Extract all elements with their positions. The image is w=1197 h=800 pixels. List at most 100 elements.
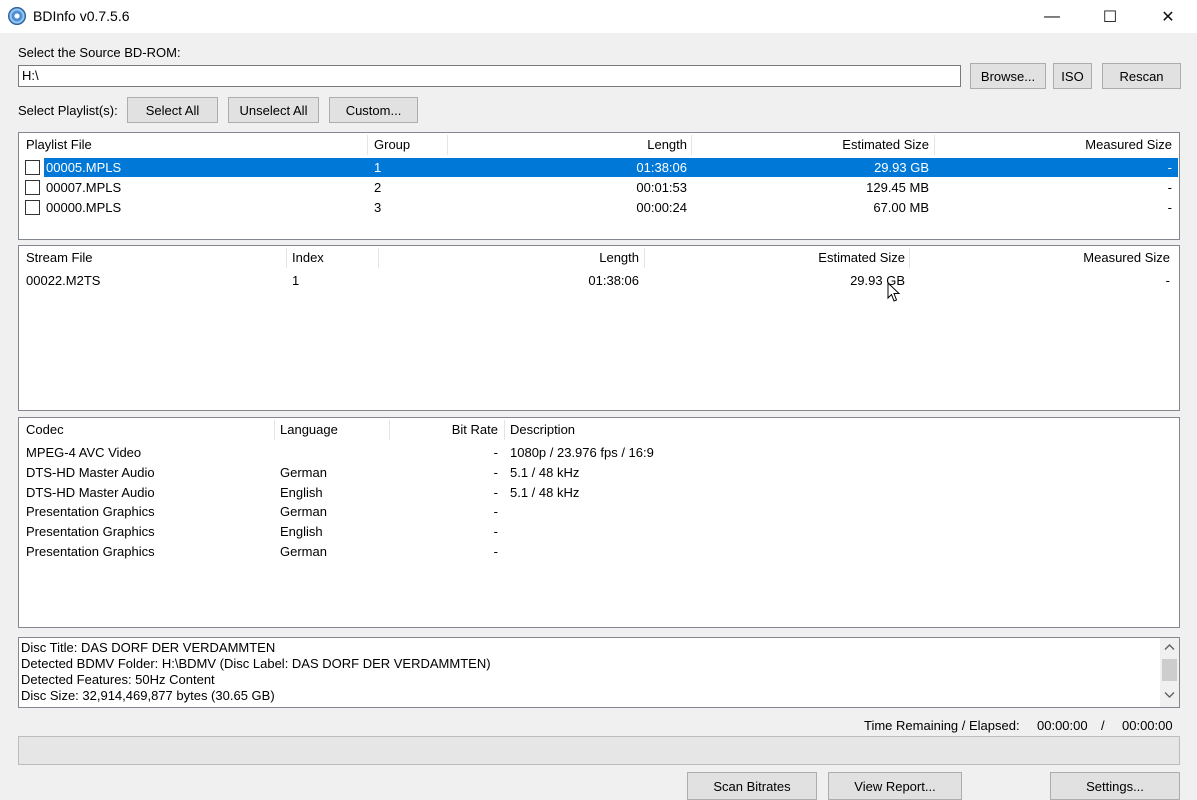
playlist-row[interactable]: 00005.MPLS 1 01:38:06 29.93 GB - <box>20 158 1178 177</box>
disc-info-line: Detected Features: 50Hz Content <box>21 672 215 687</box>
playlist-file: 00005.MPLS <box>46 160 122 175</box>
chevron-down-icon[interactable] <box>1164 691 1175 699</box>
playlist-file: 00007.MPLS <box>46 180 122 195</box>
codec-language: German <box>280 504 327 519</box>
chevron-up-icon[interactable] <box>1164 643 1175 651</box>
vertical-scrollbar[interactable] <box>1160 638 1179 707</box>
stream-row[interactable]: 00022.M2TS 1 01:38:06 29.93 GB - <box>20 271 1178 290</box>
codec-name: Presentation Graphics <box>26 524 155 539</box>
disc-info-line: Detected BDMV Folder: H:\BDMV (Disc Labe… <box>21 656 491 671</box>
source-label: Select the Source BD-ROM: <box>18 45 181 60</box>
playlist-measured-size: - <box>1167 200 1172 215</box>
playlist-length: 00:00:24 <box>636 200 687 215</box>
stream-estimated-size: 29.93 GB <box>850 273 905 288</box>
playlist-group: 2 <box>374 180 382 195</box>
disc-info-textarea[interactable]: Disc Title: DAS DORF DER VERDAMMTEN Dete… <box>18 637 1180 708</box>
scan-progress-bar <box>18 736 1180 765</box>
unselect-all-button[interactable]: Unselect All <box>228 97 319 123</box>
settings-button[interactable]: Settings... <box>1050 772 1180 800</box>
column-header-length[interactable]: Length <box>378 246 639 270</box>
time-remaining: 00:00:00 <box>1037 718 1088 733</box>
playlist-length: 00:01:53 <box>636 180 687 195</box>
playlist-row[interactable]: 00007.MPLS 2 00:01:53 129.45 MB - <box>20 178 1178 197</box>
select-all-button[interactable]: Select All <box>127 97 218 123</box>
stream-measured-size: - <box>1165 273 1170 288</box>
column-header-stream-file[interactable]: Stream File <box>26 246 92 270</box>
codec-description: 1080p / 23.976 fps / 16:9 <box>510 445 654 460</box>
stream-length: 01:38:06 <box>588 273 639 288</box>
codec-name: Presentation Graphics <box>26 544 155 559</box>
time-label: Time Remaining / Elapsed: <box>864 718 1020 733</box>
stream-index: 1 <box>292 273 300 288</box>
column-header-language[interactable]: Language <box>280 418 338 442</box>
minimize-button[interactable]: — <box>1023 0 1081 33</box>
codec-row[interactable]: Presentation Graphics German - <box>20 502 1178 521</box>
playlist-file: 00000.MPLS <box>46 200 122 215</box>
column-header-measured-size[interactable]: Measured Size <box>934 133 1172 157</box>
playlist-checkbox[interactable] <box>25 180 40 195</box>
scan-bitrates-button[interactable]: Scan Bitrates <box>687 772 817 800</box>
iso-button[interactable]: ISO <box>1053 63 1092 89</box>
playlist-list[interactable]: Playlist File Group Length Estimated Siz… <box>18 132 1180 240</box>
codec-name: MPEG-4 AVC Video <box>26 445 142 460</box>
codec-language: German <box>280 465 327 480</box>
column-header-description[interactable]: Description <box>510 418 575 442</box>
codec-row[interactable]: DTS-HD Master Audio German - 5.1 / 48 kH… <box>20 463 1178 482</box>
playlist-group: 3 <box>374 200 382 215</box>
disc-info-line: Disc Size: 32,914,469,877 bytes (30.65 G… <box>21 688 275 703</box>
column-header-playlist-file[interactable]: Playlist File <box>26 133 92 157</box>
codec-bitrate: - <box>493 465 498 480</box>
codec-language: German <box>280 544 327 559</box>
mouse-pointer-icon <box>887 282 901 302</box>
playlist-measured-size: - <box>1167 160 1172 175</box>
column-header-group[interactable]: Group <box>374 133 410 157</box>
stream-file: 00022.M2TS <box>26 273 101 288</box>
codec-row[interactable]: MPEG-4 AVC Video - 1080p / 23.976 fps / … <box>20 443 1178 462</box>
codec-description: 5.1 / 48 kHz <box>510 465 580 480</box>
codec-description: 5.1 / 48 kHz <box>510 485 580 500</box>
column-header-codec[interactable]: Codec <box>26 418 64 442</box>
codec-row[interactable]: DTS-HD Master Audio English - 5.1 / 48 k… <box>20 483 1178 502</box>
playlist-checkbox[interactable] <box>25 160 40 175</box>
playlist-estimated-size: 67.00 MB <box>873 200 929 215</box>
column-header-length[interactable]: Length <box>447 133 687 157</box>
column-header-estimated-size[interactable]: Estimated Size <box>644 246 905 270</box>
window-title: BDInfo v0.7.5.6 <box>33 8 130 24</box>
playlist-checkbox[interactable] <box>25 200 40 215</box>
codec-list[interactable]: Codec Language Bit Rate Description MPEG… <box>18 417 1180 628</box>
disc-info-line: Disc Title: DAS DORF DER VERDAMMTEN <box>21 640 276 655</box>
codec-name: DTS-HD Master Audio <box>26 465 155 480</box>
codec-bitrate: - <box>493 504 498 519</box>
scrollbar-thumb[interactable] <box>1162 659 1177 681</box>
rescan-button[interactable]: Rescan <box>1102 63 1181 89</box>
column-header-estimated-size[interactable]: Estimated Size <box>691 133 929 157</box>
codec-bitrate: - <box>493 445 498 460</box>
maximize-button[interactable]: ☐ <box>1081 0 1139 33</box>
column-header-index[interactable]: Index <box>292 246 324 270</box>
codec-bitrate: - <box>493 524 498 539</box>
view-report-button[interactable]: View Report... <box>828 772 962 800</box>
codec-row[interactable]: Presentation Graphics English - <box>20 522 1178 541</box>
source-path-input[interactable]: H:\ <box>18 65 961 87</box>
playlist-row[interactable]: 00000.MPLS 3 00:00:24 67.00 MB - <box>20 198 1178 217</box>
codec-language: English <box>280 485 323 500</box>
custom-button[interactable]: Custom... <box>329 97 418 123</box>
disc-icon <box>8 7 26 25</box>
playlist-group: 1 <box>374 160 382 175</box>
time-elapsed: 00:00:00 <box>1122 718 1173 733</box>
close-button[interactable]: ✕ <box>1139 0 1197 33</box>
browse-button[interactable]: Browse... <box>970 63 1046 89</box>
playlist-estimated-size: 129.45 MB <box>866 180 929 195</box>
codec-row[interactable]: Presentation Graphics German - <box>20 542 1178 561</box>
playlist-length: 01:38:06 <box>636 160 687 175</box>
codec-bitrate: - <box>493 544 498 559</box>
stream-list[interactable]: Stream File Index Length Estimated Size … <box>18 245 1180 411</box>
codec-name: Presentation Graphics <box>26 504 155 519</box>
column-header-measured-size[interactable]: Measured Size <box>909 246 1170 270</box>
codec-language: English <box>280 524 323 539</box>
playlist-estimated-size: 29.93 GB <box>874 160 929 175</box>
column-header-bit-rate[interactable]: Bit Rate <box>389 418 498 442</box>
codec-bitrate: - <box>493 485 498 500</box>
title-bar: BDInfo v0.7.5.6 <box>0 0 1197 33</box>
playlist-measured-size: - <box>1167 180 1172 195</box>
